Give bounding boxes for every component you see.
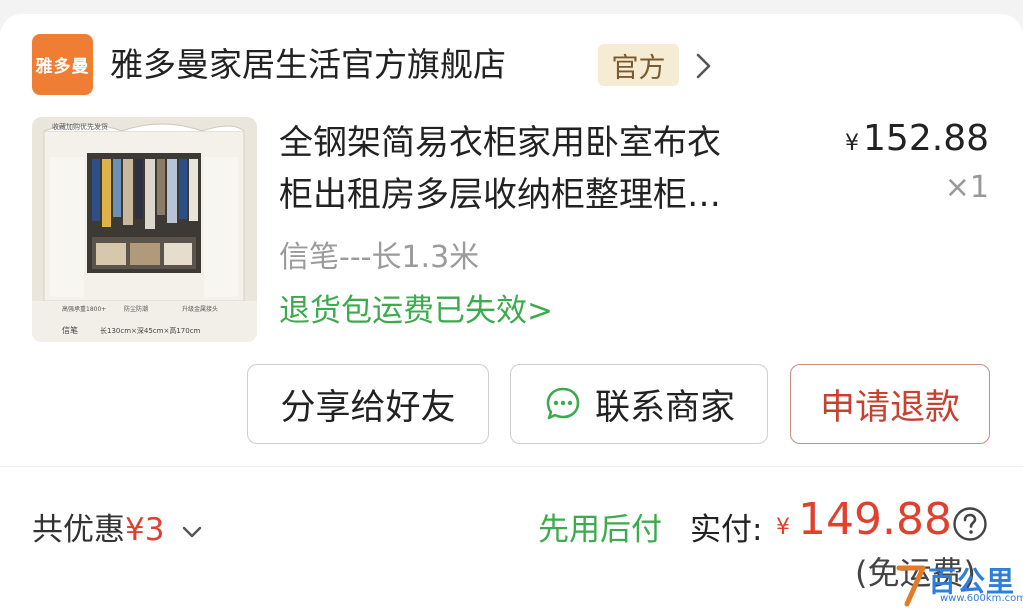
refund-button[interactable]: 申请退款 [790, 364, 990, 444]
product-title-line2: 柜出租房多层收纳柜整理柜… [279, 175, 721, 215]
paid-amount: 149.88 [798, 494, 952, 545]
paid-label: 实付: [690, 512, 763, 548]
share-button[interactable]: 分享给好友 [247, 364, 489, 444]
product-thumbnail[interactable]: 收藏加购优先发货 高强承重1800+ 防尘防潮 升级金属接头 信笔 长130cm… [32, 117, 257, 342]
return-shipping-note[interactable]: 退货包运费已失效> [279, 285, 553, 330]
chevron-right-icon[interactable] [690, 48, 716, 84]
section-divider [0, 466, 1023, 467]
question-circle-icon[interactable] [952, 506, 988, 542]
chat-bubble-icon [546, 387, 580, 420]
store-logo[interactable]: 雅多曼 [32, 34, 93, 95]
discount-amount: ¥3 [125, 512, 165, 548]
return-note-text: 退货包运费已失效 [279, 293, 527, 329]
product-spec: 信笔---长1.3米 [279, 240, 480, 275]
paid-symbol: ¥ [776, 515, 790, 540]
price-symbol: ¥ [845, 131, 860, 156]
product-quantity: ×1 [944, 170, 989, 205]
discount-summary[interactable]: 共优惠¥3 [32, 504, 204, 549]
store-name[interactable]: 雅多曼家居生活官方旗舰店 [110, 38, 506, 86]
thumb-feature2: 防尘防潮 [124, 305, 148, 313]
thumb-size: 长130cm×深45cm×高170cm [100, 326, 201, 335]
share-label: 分享给好友 [280, 387, 456, 428]
thumb-brand: 信笔 [62, 325, 78, 335]
product-price: ¥152.88 [845, 118, 989, 159]
thumb-banner-text: 收藏加购优先发货 [52, 122, 108, 131]
wardrobe-product-image: 收藏加购优先发货 高强承重1800+ 防尘防潮 升级金属接头 信笔 长130cm… [32, 117, 257, 342]
official-badge: 官方 [598, 44, 679, 86]
pay-later-label: 先用后付 [538, 512, 662, 548]
thumb-feature1: 高强承重1800+ [62, 305, 106, 313]
contact-merchant-button[interactable]: 联系商家 [510, 364, 768, 444]
refund-label: 申请退款 [819, 387, 960, 428]
thumb-feature3: 升级金属接头 [182, 305, 218, 313]
product-title[interactable]: 全钢架简易衣柜家用卧室布衣 柜出租房多层收纳柜整理柜… [279, 117, 799, 221]
contact-label: 联系商家 [594, 387, 735, 428]
product-title-line1: 全钢架简易衣柜家用卧室布衣 [279, 123, 721, 163]
discount-label: 共优惠 [32, 512, 125, 548]
chevron-down-icon [183, 526, 202, 537]
watermark-url: www.600km.com [940, 593, 1023, 604]
return-chevron: > [527, 293, 553, 329]
price-value: 152.88 [863, 118, 989, 159]
